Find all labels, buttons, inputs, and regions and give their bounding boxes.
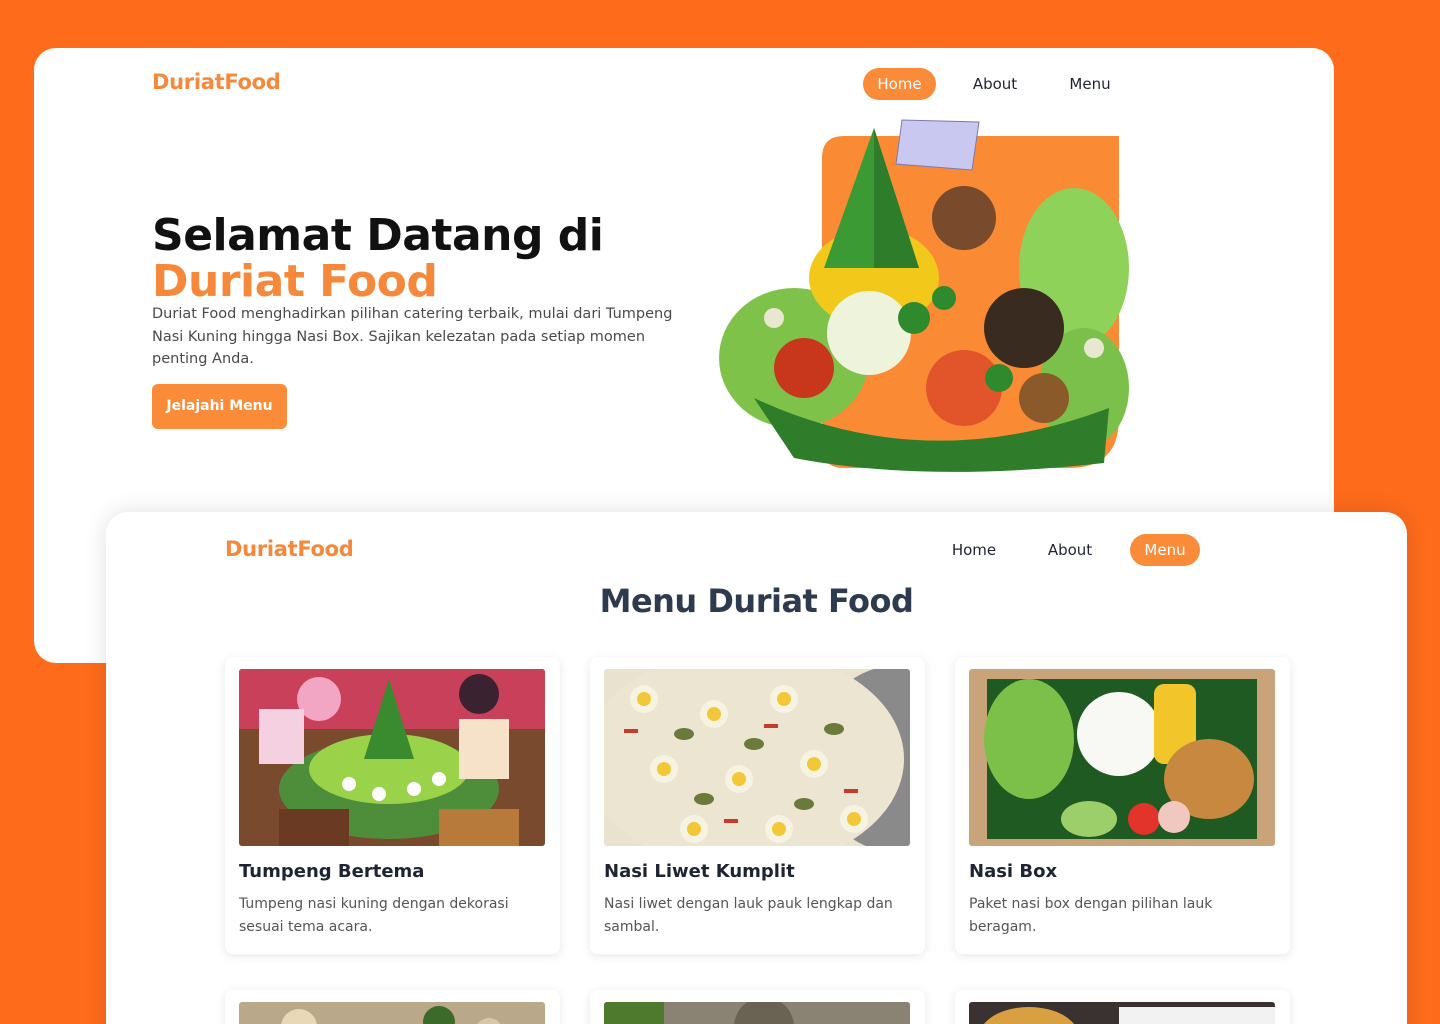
menu-item-image xyxy=(604,1002,910,1024)
menu-card[interactable]: Tumpeng Bertema Tumpeng nasi kuning deng… xyxy=(225,657,560,954)
menu-card[interactable] xyxy=(590,990,925,1024)
menu-item-name: Nasi Box xyxy=(969,861,1058,882)
menu-card[interactable] xyxy=(955,990,1290,1024)
menu-card[interactable]: Nasi Box Paket nasi box dengan pilihan l… xyxy=(955,657,1290,954)
menu-item-image xyxy=(969,669,1275,846)
menu-title: Menu Duriat Food xyxy=(599,582,914,620)
menu-item-image xyxy=(239,669,545,846)
nav-menu[interactable]: Menu xyxy=(1054,68,1126,100)
nav-about[interactable]: About xyxy=(1034,534,1106,566)
menu-item-image xyxy=(604,669,910,846)
nav-menu[interactable]: Menu xyxy=(1130,534,1200,566)
menu-card[interactable] xyxy=(225,990,560,1024)
menu-item-description: Paket nasi box dengan pilihan lauk berag… xyxy=(969,896,1213,935)
menu-page-panel: DuriatFood Home About Menu Menu Duriat F… xyxy=(106,512,1407,1024)
hero-title: Selamat Datang di Duriat Food xyxy=(152,210,604,307)
menu-item-name: Nasi Liwet Kumplit xyxy=(604,861,795,882)
menu-item-image xyxy=(239,1002,545,1024)
nav-home[interactable]: Home xyxy=(863,68,936,100)
menu-item-description: Nasi liwet dengan lauk pauk lengkap dan … xyxy=(604,896,893,935)
nav-about[interactable]: About xyxy=(959,68,1031,100)
hero-description: Duriat Food menghadirkan pilihan caterin… xyxy=(152,306,673,367)
menu-item-image xyxy=(969,1002,1275,1024)
menu-card[interactable]: Nasi Liwet Kumplit Nasi liwet dengan lau… xyxy=(590,657,925,954)
nav-home[interactable]: Home xyxy=(938,534,1010,566)
menu-item-name: Tumpeng Bertema xyxy=(239,861,425,882)
explore-menu-button[interactable]: Jelajahi Menu xyxy=(152,384,287,429)
brand-logo[interactable]: DuriatFood xyxy=(152,70,281,94)
brand-logo[interactable]: DuriatFood xyxy=(225,537,354,561)
hero-title-line2: Duriat Food xyxy=(152,256,438,307)
menu-item-description: Tumpeng nasi kuning dengan dekorasi sesu… xyxy=(239,896,509,935)
tumpeng-hero-image xyxy=(719,119,1129,472)
hero-title-line1: Selamat Datang di xyxy=(152,210,604,261)
